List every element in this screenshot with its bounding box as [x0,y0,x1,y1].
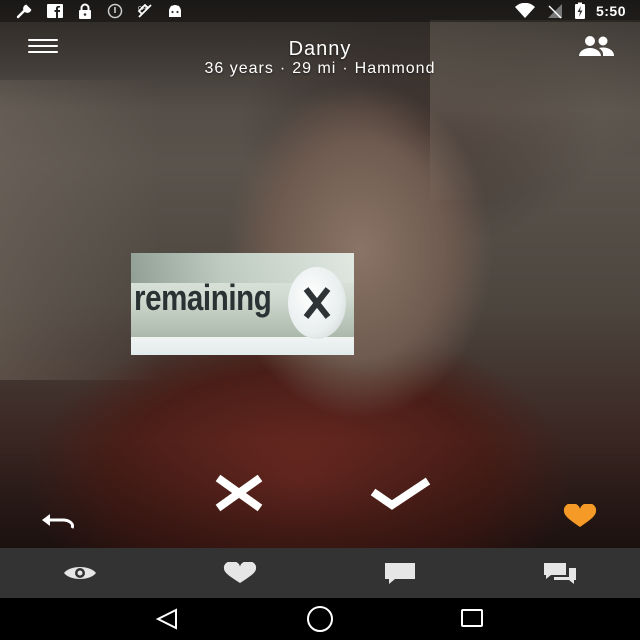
home-button[interactable] [300,604,340,634]
battery-charging-icon [574,2,585,19]
nav-item-chats[interactable] [480,548,640,598]
no-signal-icon [547,4,562,19]
nav-item-likes[interactable] [160,548,320,598]
message-icon [385,563,415,584]
app-screen: OFF 5:50 Danny 36 years · 29 mi · Hammon… [0,0,640,640]
heart-icon[interactable] [562,504,598,528]
people-icon[interactable] [574,34,618,58]
eye-icon [64,567,96,579]
system-nav [0,598,640,640]
profile-details: 36 years · 29 mi · Hammond [0,60,640,78]
no-location-icon: OFF [137,3,152,18]
separator: · [279,60,287,77]
recents-icon [461,609,484,627]
separator: · [342,60,349,77]
facebook-icon [47,4,63,18]
undo-icon[interactable] [40,510,80,534]
info-icon [107,3,123,19]
clock: 5:50 [595,3,626,19]
overlay-detail [131,337,354,355]
remaining-overlay: remaining [131,253,354,355]
back-icon [155,608,177,630]
close-icon[interactable] [288,267,346,339]
heart-icon [223,562,257,583]
profile-name: Danny [288,38,352,60]
remaining-label: remaining [134,277,272,318]
nav-item-views[interactable] [0,548,160,598]
profile-age: 36 years [204,60,274,77]
lock-icon [79,3,91,19]
back-button[interactable] [147,604,187,634]
profile-distance: 29 mi [292,60,337,77]
android-icon [169,5,181,17]
profile-location: Hammond [354,60,436,77]
check-icon[interactable] [370,476,432,510]
home-icon [306,606,333,632]
bottom-nav [0,548,640,598]
nav-item-messages[interactable] [320,548,480,598]
svg-text:OFF: OFF [138,6,148,12]
recents-button[interactable] [453,604,493,634]
wrench-icon [16,4,32,19]
bottom-gradient [0,440,640,548]
close-icon[interactable] [212,474,266,512]
x-glyph [303,287,331,319]
status-bar: OFF 5:50 [0,0,640,22]
wifi-icon [514,3,535,18]
chat-icon [544,563,576,584]
